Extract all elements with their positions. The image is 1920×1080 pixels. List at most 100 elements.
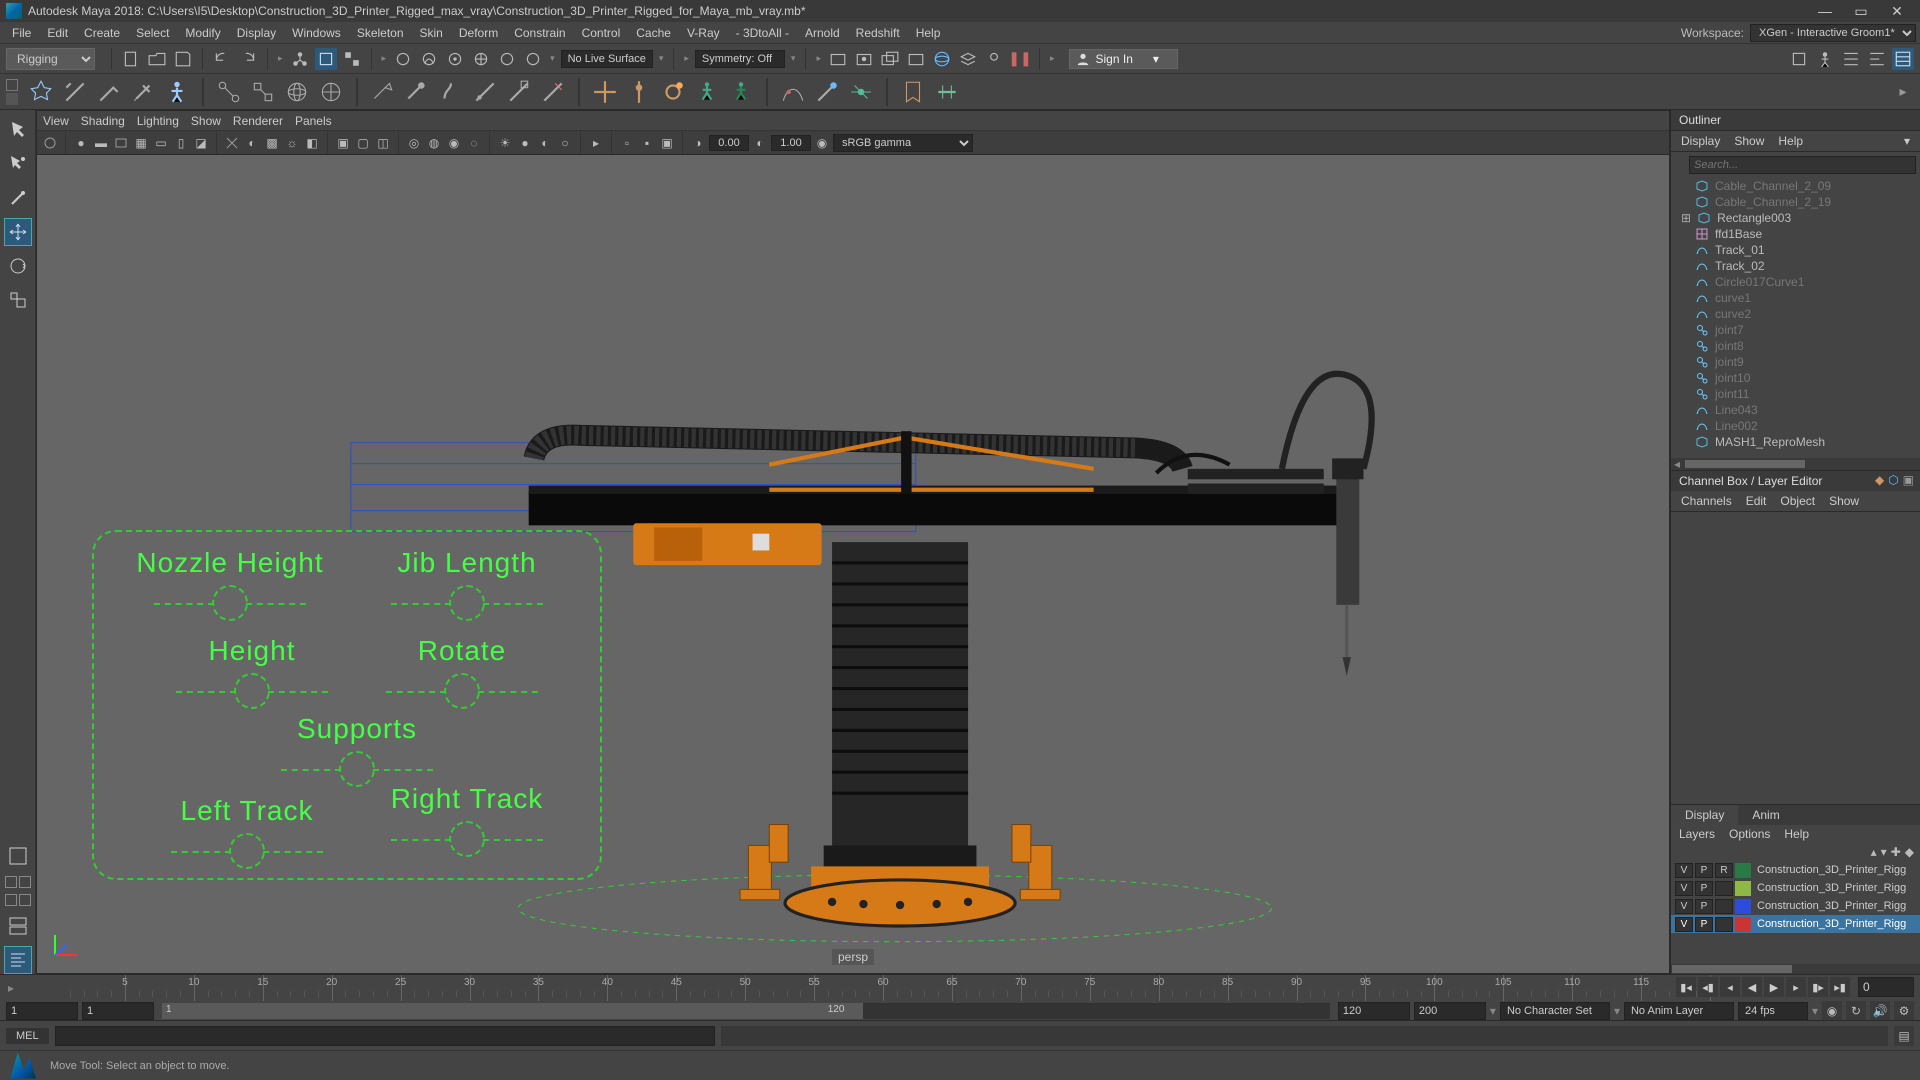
menu-help[interactable]: Help — [908, 26, 949, 40]
modeling-toolkit-icon[interactable] — [1788, 48, 1810, 70]
render-seq-icon[interactable] — [879, 48, 901, 70]
vp-film-gate-icon[interactable]: ▭ — [152, 134, 170, 152]
rig-control[interactable]: Right Track — [357, 783, 577, 857]
vp-dof-icon[interactable]: ◉ — [445, 134, 463, 152]
menu-windows[interactable]: Windows — [284, 26, 349, 40]
ik-handle-icon[interactable] — [248, 77, 278, 107]
step-fwd-frame[interactable]: ▸ — [1786, 977, 1806, 997]
vp-xray-icon[interactable]: ▢ — [354, 134, 372, 152]
outliner-item[interactable]: Cable_Channel_2_09 — [1671, 178, 1920, 194]
layer-tab-anim[interactable]: Anim — [1738, 805, 1793, 825]
freeze-transform-icon[interactable] — [60, 77, 90, 107]
range-start-inner[interactable] — [82, 1002, 154, 1020]
create-joints-icon[interactable] — [214, 77, 244, 107]
save-scene-icon[interactable] — [172, 48, 194, 70]
vp-msamp-icon[interactable]: ◍ — [425, 134, 443, 152]
bind-skin-icon[interactable] — [368, 77, 398, 107]
menu-display[interactable]: Display — [229, 26, 284, 40]
cb-icon-3[interactable]: ▣ — [1903, 473, 1914, 487]
outliner-list[interactable]: Cable_Channel_2_09Cable_Channel_2_19⊞Rec… — [1671, 178, 1920, 458]
constraint-point-icon[interactable] — [590, 77, 620, 107]
step-back-frame[interactable]: ◂ — [1720, 977, 1740, 997]
sym-arrow[interactable]: ▾ — [789, 53, 798, 64]
vp-shadow-icon[interactable]: ◧ — [303, 134, 321, 152]
autokey-icon[interactable]: ◉ — [1822, 1001, 1842, 1021]
four-view-br[interactable] — [19, 894, 31, 906]
menu-deform[interactable]: Deform — [451, 26, 506, 40]
interactive-bind-icon[interactable] — [470, 77, 500, 107]
vp-menu-renderer[interactable]: Renderer — [233, 114, 283, 128]
close-button[interactable]: ✕ — [1890, 4, 1904, 18]
live-arrow[interactable]: ▾ — [657, 53, 666, 64]
go-end-icon[interactable]: ▸▮ — [1830, 977, 1850, 997]
pause-icon[interactable]: ❚❚ — [1009, 48, 1031, 70]
outliner-tab-help[interactable]: Help — [1778, 134, 1803, 148]
snap-view-icon[interactable] — [496, 48, 518, 70]
cb-tab-edit[interactable]: Edit — [1746, 494, 1767, 508]
outliner-search-input[interactable] — [1689, 156, 1916, 174]
maximize-button[interactable]: ▭ — [1854, 4, 1868, 18]
paint-tool[interactable] — [4, 184, 32, 212]
pose2-icon[interactable] — [726, 77, 756, 107]
menu-skeleton[interactable]: Skeleton — [349, 26, 412, 40]
command-input[interactable] — [55, 1026, 715, 1046]
vp-menu-show[interactable]: Show — [191, 114, 221, 128]
range-end-inner[interactable] — [1338, 1002, 1410, 1020]
layer-row[interactable]: VPConstruction_3D_Printer_Rigg — [1671, 915, 1920, 933]
range-sound-icon[interactable]: 🔊 — [1870, 1001, 1890, 1021]
layer-movedown-icon[interactable]: ▾ — [1881, 845, 1887, 859]
select-object-icon[interactable] — [315, 48, 337, 70]
vp-target-icon[interactable]: ○ — [556, 134, 574, 152]
layer-newempty-icon[interactable]: ◆ — [1905, 845, 1914, 859]
prefs-icon[interactable]: ⚙ — [1894, 1001, 1914, 1021]
vp-exposure-icon[interactable]: ☀ — [496, 134, 514, 152]
rotate-tool[interactable] — [4, 252, 32, 280]
vp-2d-icon[interactable] — [112, 134, 130, 152]
vp-xjoint-icon[interactable]: ◫ — [374, 134, 392, 152]
new-scene-icon[interactable] — [120, 48, 142, 70]
charset-dropdown[interactable]: No Character Set — [1500, 1002, 1610, 1020]
tool-settings-icon[interactable] — [1866, 48, 1888, 70]
rig-control[interactable]: Supports — [247, 713, 467, 787]
center-pivot-icon[interactable] — [94, 77, 124, 107]
graph-editor-icon[interactable] — [778, 77, 808, 107]
menu-file[interactable]: File — [4, 26, 39, 40]
snap-projcenter-icon[interactable] — [470, 48, 492, 70]
cb-icon-2[interactable]: ⬡ — [1888, 473, 1898, 487]
mirror-weights-icon[interactable] — [436, 77, 466, 107]
outliner-item[interactable]: joint11 — [1671, 386, 1920, 402]
lighting-icon[interactable] — [983, 48, 1005, 70]
outliner-item[interactable]: curve1 — [1671, 290, 1920, 306]
live-surface-dropdown[interactable]: No Live Surface — [561, 50, 653, 68]
range-start-outer[interactable] — [6, 1002, 78, 1020]
constraint-orient-icon[interactable] — [658, 77, 688, 107]
wrap-icon[interactable] — [316, 77, 346, 107]
menu-constrain[interactable]: Constrain — [506, 26, 573, 40]
signin-button[interactable]: Sign In▾ — [1069, 49, 1178, 69]
humanik-icon[interactable] — [1814, 48, 1836, 70]
vp-cm-icon[interactable]: ◉ — [813, 134, 831, 152]
menu-select[interactable]: Select — [128, 26, 177, 40]
vp-bookmark2-icon[interactable]: ▸ — [587, 134, 605, 152]
vp-img-plane-icon[interactable]: ▬ — [92, 134, 110, 152]
scale-tool[interactable] — [4, 286, 32, 314]
outliner-tab-show[interactable]: Show — [1734, 134, 1764, 148]
motionpath-icon[interactable] — [846, 77, 876, 107]
two-view-icon[interactable] — [4, 912, 32, 940]
outliner-item[interactable]: joint7 — [1671, 322, 1920, 338]
outliner-item[interactable]: joint8 — [1671, 338, 1920, 354]
four-view-tr[interactable] — [19, 876, 31, 888]
viewport-3d[interactable]: Nozzle HeightJib LengthHeightRotateSuppo… — [37, 155, 1669, 973]
constraint-parent-icon[interactable] — [624, 77, 654, 107]
outliner-item[interactable]: joint9 — [1671, 354, 1920, 370]
vp-select-cam-icon[interactable] — [41, 134, 59, 152]
redo-icon[interactable] — [237, 48, 259, 70]
snap-grid-icon[interactable] — [392, 48, 414, 70]
vp-snap2-icon[interactable]: ▪ — [638, 134, 656, 152]
layer-tab-display[interactable]: Display — [1671, 805, 1738, 825]
layer-row[interactable]: VPConstruction_3D_Printer_Rigg — [1671, 897, 1920, 915]
script-editor-icon[interactable]: ▤ — [1894, 1026, 1914, 1046]
vp-res-gate-icon[interactable]: ▯ — [172, 134, 190, 152]
outliner-item[interactable]: curve2 — [1671, 306, 1920, 322]
current-frame-field[interactable] — [1858, 977, 1914, 997]
